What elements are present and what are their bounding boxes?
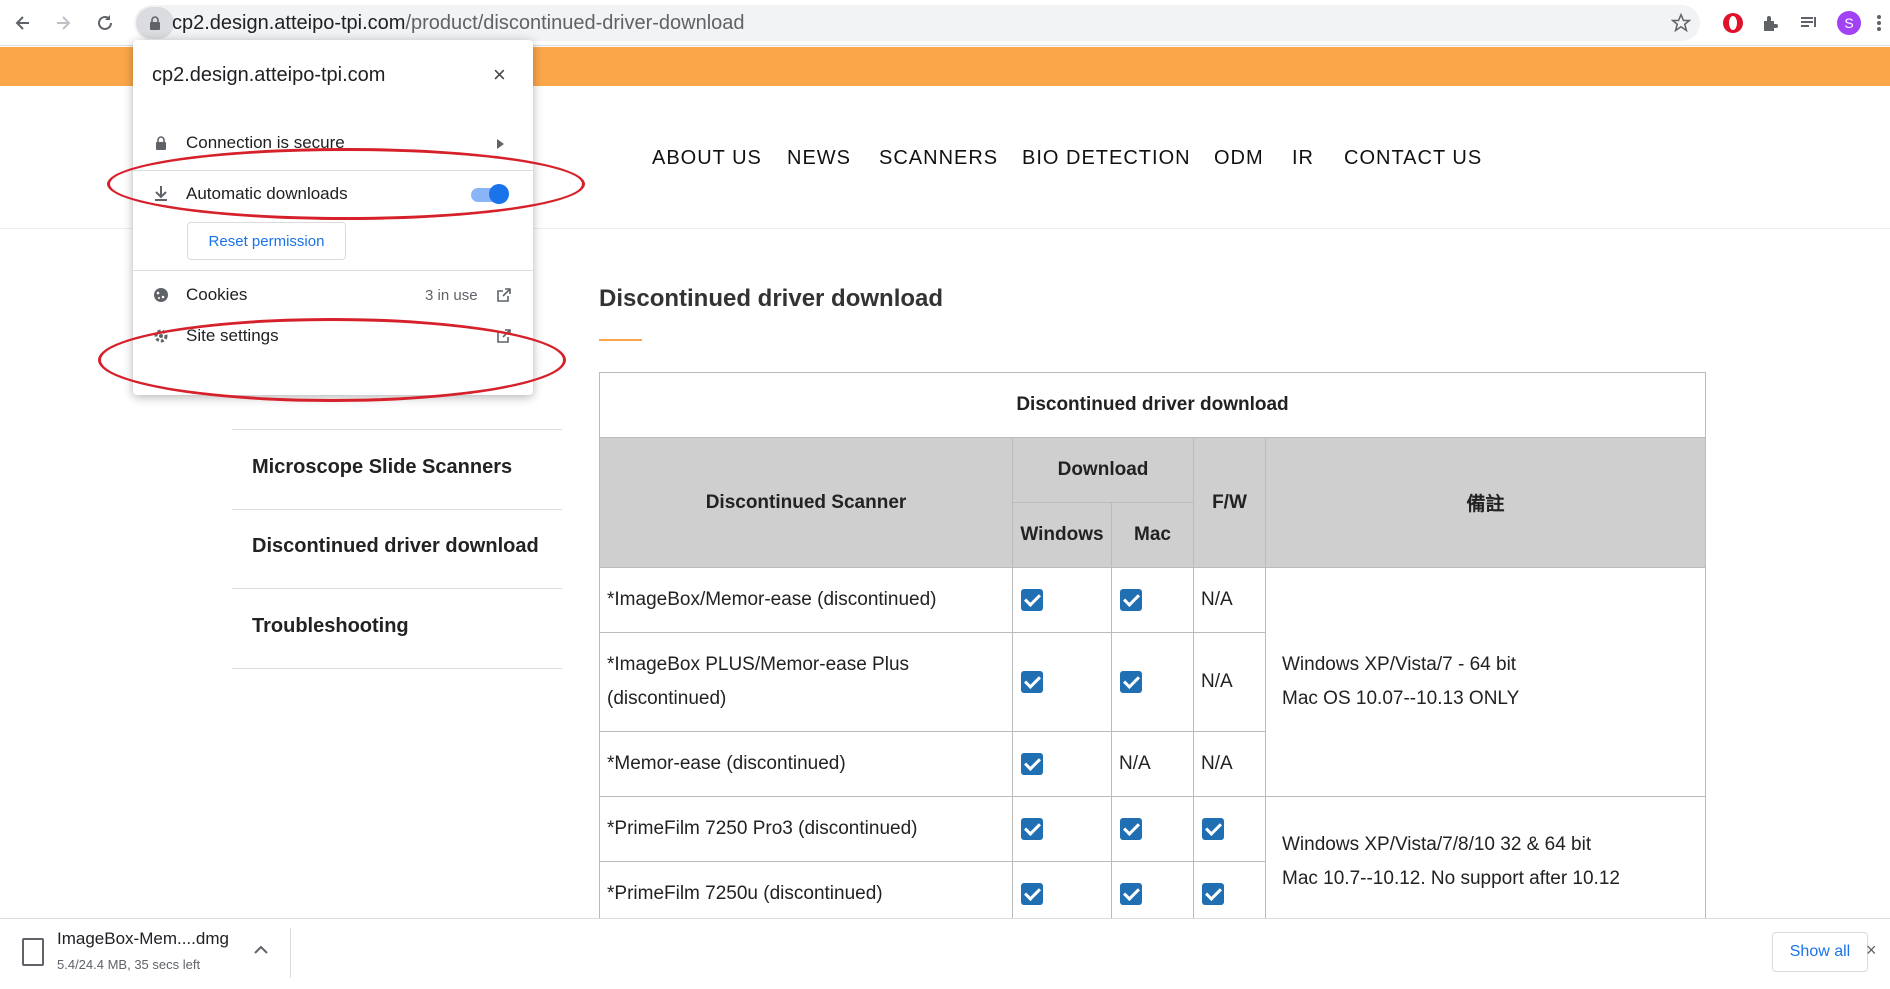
check-icon <box>1120 817 1142 840</box>
windows-download-link[interactable] <box>1012 567 1112 633</box>
check-icon <box>1202 882 1224 905</box>
cookies-row[interactable]: Cookies 3 in use <box>133 275 533 315</box>
check-icon <box>1021 670 1043 693</box>
sidebar-item-microscope-slide-scanners[interactable]: Microscope Slide Scanners <box>232 430 562 510</box>
close-icon[interactable]: × <box>1866 940 1877 961</box>
url-text[interactable]: cp2.design.atteipo-tpi.com/product/disco… <box>172 12 745 35</box>
nav-scanners[interactable]: SCANNERS <box>879 147 998 170</box>
mac-download-link[interactable] <box>1111 567 1194 633</box>
check-icon <box>1021 752 1043 775</box>
driver-table: Discontinued driver download Discontinue… <box>599 372 1706 927</box>
title-underline <box>599 339 642 341</box>
header-fw: F/W <box>1193 437 1266 568</box>
back-icon[interactable] <box>8 8 38 38</box>
mac-download-link[interactable] <box>1111 632 1194 732</box>
note-cell: Windows XP/Vista/7/8/10 32 & 64 bit Mac … <box>1265 796 1706 927</box>
fw-download-link[interactable] <box>1193 861 1266 927</box>
annotation-ellipse <box>98 318 566 402</box>
note-cell: Windows XP/Vista/7 - 64 bit Mac OS 10.07… <box>1265 567 1706 797</box>
fw-cell: N/A <box>1193 567 1266 633</box>
check-icon <box>1120 670 1142 693</box>
mac-download-link[interactable] <box>1111 796 1194 862</box>
windows-download-link[interactable] <box>1012 632 1112 732</box>
fw-cell: N/A <box>1193 632 1266 732</box>
profile-avatar[interactable]: S <box>1836 10 1862 36</box>
popup-title: cp2.design.atteipo-tpi.com <box>152 64 386 86</box>
reset-permission-button[interactable]: Reset permission <box>187 222 346 260</box>
note-line: Mac OS 10.07--10.13 ONLY <box>1282 688 1520 709</box>
download-filename[interactable]: ImageBox-Mem....dmg <box>57 929 229 949</box>
divider <box>133 270 533 271</box>
cookie-icon <box>151 285 171 305</box>
divider <box>290 928 291 978</box>
check-icon <box>1021 817 1043 840</box>
header-note: 備註 <box>1265 437 1706 568</box>
nav-about-us[interactable]: ABOUT US <box>652 147 762 170</box>
header-scanner: Discontinued Scanner <box>599 437 1013 568</box>
opera-icon[interactable] <box>1720 10 1746 36</box>
nav-odm[interactable]: ODM <box>1214 147 1264 170</box>
scanner-name: *Memor-ease (discontinued) <box>599 731 1013 797</box>
lock-icon[interactable] <box>136 7 174 39</box>
cookies-count: 3 in use <box>425 287 478 304</box>
check-icon <box>1120 588 1142 611</box>
note-line: Windows XP/Vista/7 - 64 bit <box>1282 654 1517 675</box>
file-icon <box>22 938 44 966</box>
table-row: *ImageBox/Memor-ease (discontinued) N/A … <box>599 567 1706 797</box>
show-all-button[interactable]: Show all <box>1772 932 1868 972</box>
nav-bio-detection[interactable]: BIO DETECTION <box>1022 147 1191 170</box>
extensions-icon[interactable] <box>1758 10 1784 36</box>
menu-icon[interactable] <box>1866 10 1890 36</box>
note-line: Mac 10.7--10.12. No support after 10.12 <box>1282 867 1620 889</box>
scanner-name: *PrimeFilm 7250u (discontinued) <box>599 861 1013 927</box>
check-icon <box>1202 817 1224 840</box>
media-control-icon[interactable] <box>1796 10 1822 36</box>
windows-download-link[interactable] <box>1012 861 1112 927</box>
download-status: 5.4/24.4 MB, 35 secs left <box>57 957 201 972</box>
lock-icon <box>151 133 171 153</box>
fw-download-link[interactable] <box>1193 796 1266 862</box>
check-icon <box>1021 882 1043 905</box>
chevron-right-icon <box>497 139 504 149</box>
header-mac: Mac <box>1111 502 1194 568</box>
scanner-name: *ImageBox PLUS/Memor-ease Plus (disconti… <box>599 632 1013 732</box>
check-icon <box>1120 882 1142 905</box>
chevron-up-icon[interactable] <box>254 942 268 960</box>
reload-icon[interactable] <box>90 8 120 38</box>
cookies-label: Cookies <box>186 285 248 304</box>
mac-cell: N/A <box>1111 731 1194 797</box>
check-icon <box>1021 588 1043 611</box>
note-line: Windows XP/Vista/7/8/10 32 & 64 bit <box>1282 833 1592 855</box>
open-external-icon <box>497 288 511 302</box>
table-row: *PrimeFilm 7250 Pro3 (discontinued) Wind… <box>599 796 1706 927</box>
nav-contact-us[interactable]: CONTACT US <box>1344 147 1482 170</box>
scanner-name: *PrimeFilm 7250 Pro3 (discontinued) <box>599 796 1013 862</box>
mac-download-link[interactable] <box>1111 861 1194 927</box>
scanner-name: *ImageBox/Memor-ease (discontinued) <box>599 567 1013 633</box>
annotation-ellipse <box>107 148 585 220</box>
page-title: Discontinued driver download <box>599 285 944 312</box>
close-icon[interactable]: × <box>493 62 506 88</box>
sidebar-item-troubleshooting[interactable]: Troubleshooting <box>232 589 562 669</box>
fw-cell: N/A <box>1193 731 1266 797</box>
sidebar-item-discontinued-driver-download[interactable]: Discontinued driver download <box>232 509 562 589</box>
header-download: Download <box>1012 437 1194 503</box>
download-shelf <box>0 918 1890 989</box>
windows-download-link[interactable] <box>1012 796 1112 862</box>
star-icon[interactable] <box>1668 10 1694 36</box>
header-windows: Windows <box>1012 502 1112 568</box>
table-caption: Discontinued driver download <box>599 372 1706 438</box>
windows-download-link[interactable] <box>1012 731 1112 797</box>
forward-icon[interactable] <box>48 8 78 38</box>
nav-ir[interactable]: IR <box>1292 147 1314 170</box>
nav-news[interactable]: NEWS <box>787 147 851 170</box>
